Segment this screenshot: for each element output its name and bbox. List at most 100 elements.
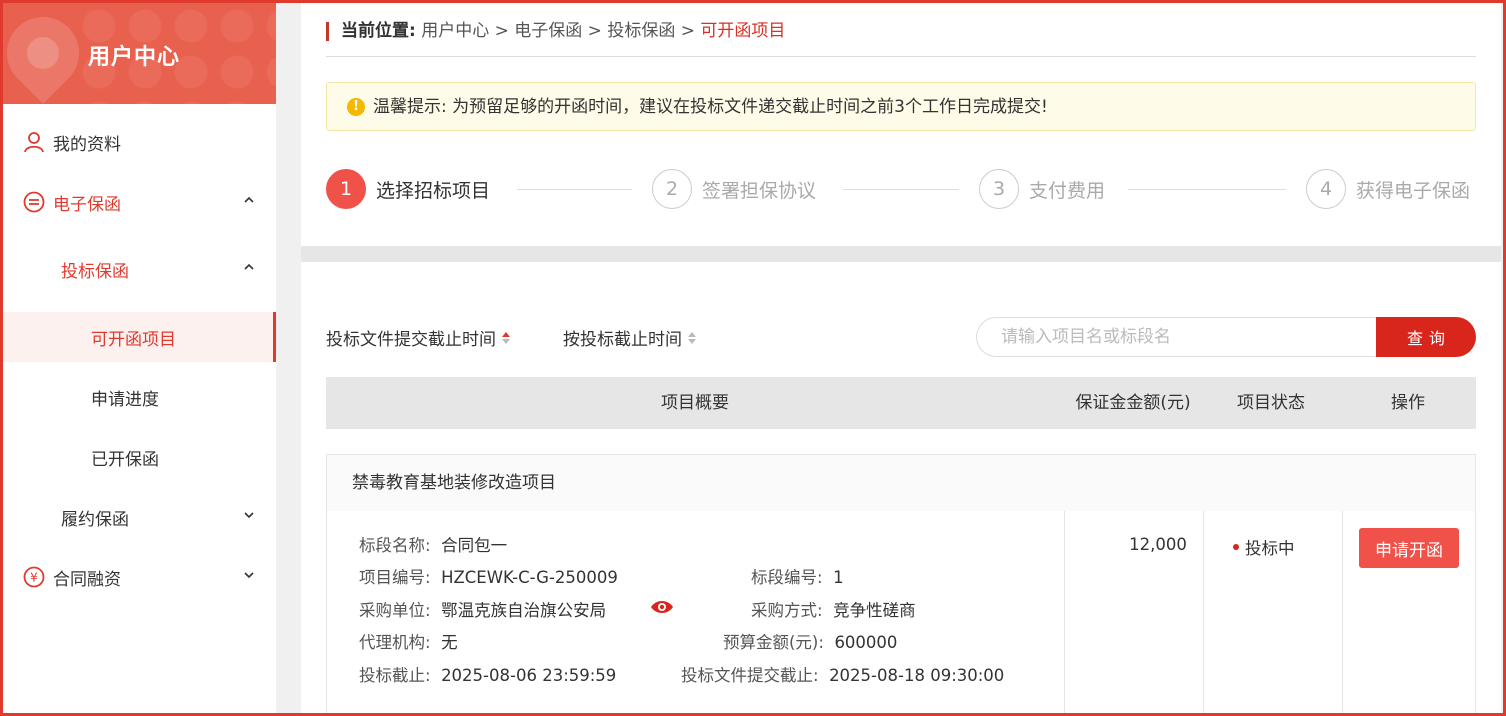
buyer-field: 采购单位: 鄂温克族自治旗公安局: [359, 600, 606, 622]
sort-doc-deadline[interactable]: 投标文件提交截止时间: [326, 325, 510, 350]
section-name-field: 标段名称: 合同包一: [359, 535, 507, 557]
field-value: HZCEWK-C-G-250009: [441, 568, 618, 587]
sort-label: 按投标截止时间: [563, 330, 682, 350]
apply-guarantee-button[interactable]: 申请开函: [1359, 528, 1459, 568]
step-label: 选择招标项目: [376, 179, 491, 202]
search-input[interactable]: [976, 317, 1378, 357]
notice-text: 温馨提示: 为预留足够的开函时间，建议在投标文件递交截止时间之前3个工作日完成提…: [373, 97, 1048, 117]
sidebar-item-label: 我的资料: [53, 134, 121, 155]
sidebar-header: 用户中心: [3, 3, 276, 104]
breadcrumb-marker: [326, 22, 329, 41]
sidebar-item-available-projects[interactable]: 可开函项目: [3, 312, 276, 362]
user-icon: [24, 132, 44, 153]
breadcrumb-lead: 当前位置:: [341, 21, 416, 41]
sidebar-item-performance[interactable]: 履约保函: [3, 492, 276, 542]
column-divider: [1064, 511, 1065, 715]
field-value: 600000: [834, 633, 898, 652]
breadcrumb-path[interactable]: 用户中心 > 电子保函 > 投标保函 >: [416, 21, 701, 41]
field-value: 无: [441, 633, 458, 652]
step-connector: [843, 189, 959, 190]
sort-arrows-icon: [688, 331, 696, 344]
field-key: 项目编号:: [359, 568, 431, 587]
project-name: 禁毒教育基地装修改造项目: [327, 455, 1475, 511]
step-connector: [1128, 189, 1286, 190]
method-field: 采购方式: 竞争性磋商: [751, 600, 916, 622]
field-value: 合同包一: [441, 536, 508, 555]
table-row: 禁毒教育基地装修改造项目 标段名称: 合同包一 项目编号: HZCEWK-C-G…: [326, 454, 1476, 715]
section-no-field: 标段编号: 1: [751, 567, 844, 589]
yuan-icon: ¥: [23, 566, 45, 588]
field-key: 投标截止:: [359, 666, 431, 685]
field-key: 标段名称:: [359, 536, 431, 555]
status-dot-icon: [1233, 544, 1239, 550]
main-content: 当前位置: 用户中心 > 电子保函 > 投标保函 > 可开函项目 ! 温馨提示:…: [301, 3, 1501, 715]
sidebar-item-e-guarantee[interactable]: 电子保函: [3, 177, 276, 227]
field-value: 2025-08-06 23:59:59: [441, 666, 617, 685]
breadcrumb: 当前位置: 用户中心 > 电子保函 > 投标保函 > 可开函项目: [326, 19, 1476, 57]
sidebar-item-label: 已开保函: [91, 449, 159, 470]
field-key: 预算金额(元):: [723, 633, 824, 652]
step-number: 3: [979, 169, 1019, 209]
step-connector: [517, 189, 632, 190]
sort-label: 投标文件提交截止时间: [326, 330, 496, 350]
chevron-up-icon: [244, 196, 254, 203]
project-no-field: 项目编号: HZCEWK-C-G-250009: [359, 567, 618, 589]
guarantee-amount: 12,000: [1129, 535, 1187, 554]
field-key: 标段编号:: [751, 568, 823, 587]
step-3: 3 支付费用: [979, 169, 1105, 209]
sort-arrows-icon: [502, 331, 510, 344]
step-label: 支付费用: [1029, 179, 1106, 202]
sort-bid-deadline[interactable]: 按投标截止时间: [563, 325, 696, 350]
eye-icon[interactable]: [650, 599, 674, 615]
step-label: 获得电子保函: [1356, 179, 1471, 202]
chevron-down-icon: [244, 512, 254, 519]
sidebar-item-label: 申请进度: [91, 389, 159, 410]
breadcrumb-text: 当前位置: 用户中心 > 电子保函 > 投标保函 > 可开函项目: [341, 19, 785, 44]
column-amount: 保证金金额(元): [1075, 393, 1191, 413]
column-summary: 项目概要: [661, 393, 729, 413]
sidebar-item-financing[interactable]: ¥ 合同融资: [3, 552, 276, 602]
step-label: 签署担保协议: [702, 179, 817, 202]
column-divider: [1342, 511, 1343, 715]
field-value: 2025-08-18 09:30:00: [829, 666, 1005, 685]
field-value: 竞争性磋商: [833, 601, 916, 620]
field-value: 1: [833, 568, 844, 587]
sidebar-item-label: 履约保函: [61, 509, 129, 530]
field-key: 投标文件提交截止:: [681, 666, 819, 685]
bid-deadline-field: 投标截止: 2025-08-06 23:59:59: [359, 665, 616, 687]
step-number: 1: [326, 169, 366, 209]
status-text: 投标中: [1245, 539, 1295, 558]
budget-field: 预算金额(元): 600000: [723, 632, 897, 654]
sidebar-item-issued[interactable]: 已开保函: [3, 432, 276, 482]
step-4: 4 获得电子保函: [1306, 169, 1470, 209]
guarantee-icon: [23, 191, 45, 213]
chevron-down-icon: [244, 572, 254, 579]
step-2: 2 签署担保协议: [652, 169, 816, 209]
warning-icon: !: [347, 98, 365, 116]
chevron-up-icon: [244, 263, 254, 270]
column-action: 操作: [1391, 393, 1425, 413]
field-key: 代理机构:: [359, 633, 431, 652]
sidebar-title: 用户中心: [88, 45, 181, 70]
sidebar-item-bid-guarantee[interactable]: 投标保函: [3, 244, 276, 294]
agency-field: 代理机构: 无: [359, 632, 458, 654]
step-number: 4: [1306, 169, 1346, 209]
doc-deadline-field: 投标文件提交截止: 2025-08-18 09:30:00: [681, 665, 1004, 687]
search-button[interactable]: 查询: [1376, 317, 1476, 357]
field-value: 鄂温克族自治旗公安局: [441, 601, 607, 620]
sidebar-item-label: 合同融资: [53, 569, 121, 590]
step-number: 2: [652, 169, 692, 209]
status-badge: 投标中: [1233, 535, 1295, 559]
table-header: 项目概要 保证金金额(元) 项目状态 操作: [326, 377, 1476, 429]
step-1: 1 选择招标项目: [326, 169, 490, 209]
field-key: 采购方式:: [751, 601, 823, 620]
sidebar-item-progress[interactable]: 申请进度: [3, 372, 276, 422]
section-divider: [301, 246, 1501, 262]
svg-text:¥: ¥: [30, 571, 38, 585]
sidebar-item-profile[interactable]: 我的资料: [3, 117, 276, 167]
sidebar-item-label: 可开函项目: [91, 329, 176, 350]
sidebar-item-label: 投标保函: [61, 261, 129, 282]
field-key: 采购单位:: [359, 601, 431, 620]
notice-banner: ! 温馨提示: 为预留足够的开函时间，建议在投标文件递交截止时间之前3个工作日完…: [326, 82, 1476, 131]
breadcrumb-current: 可开函项目: [700, 21, 786, 41]
